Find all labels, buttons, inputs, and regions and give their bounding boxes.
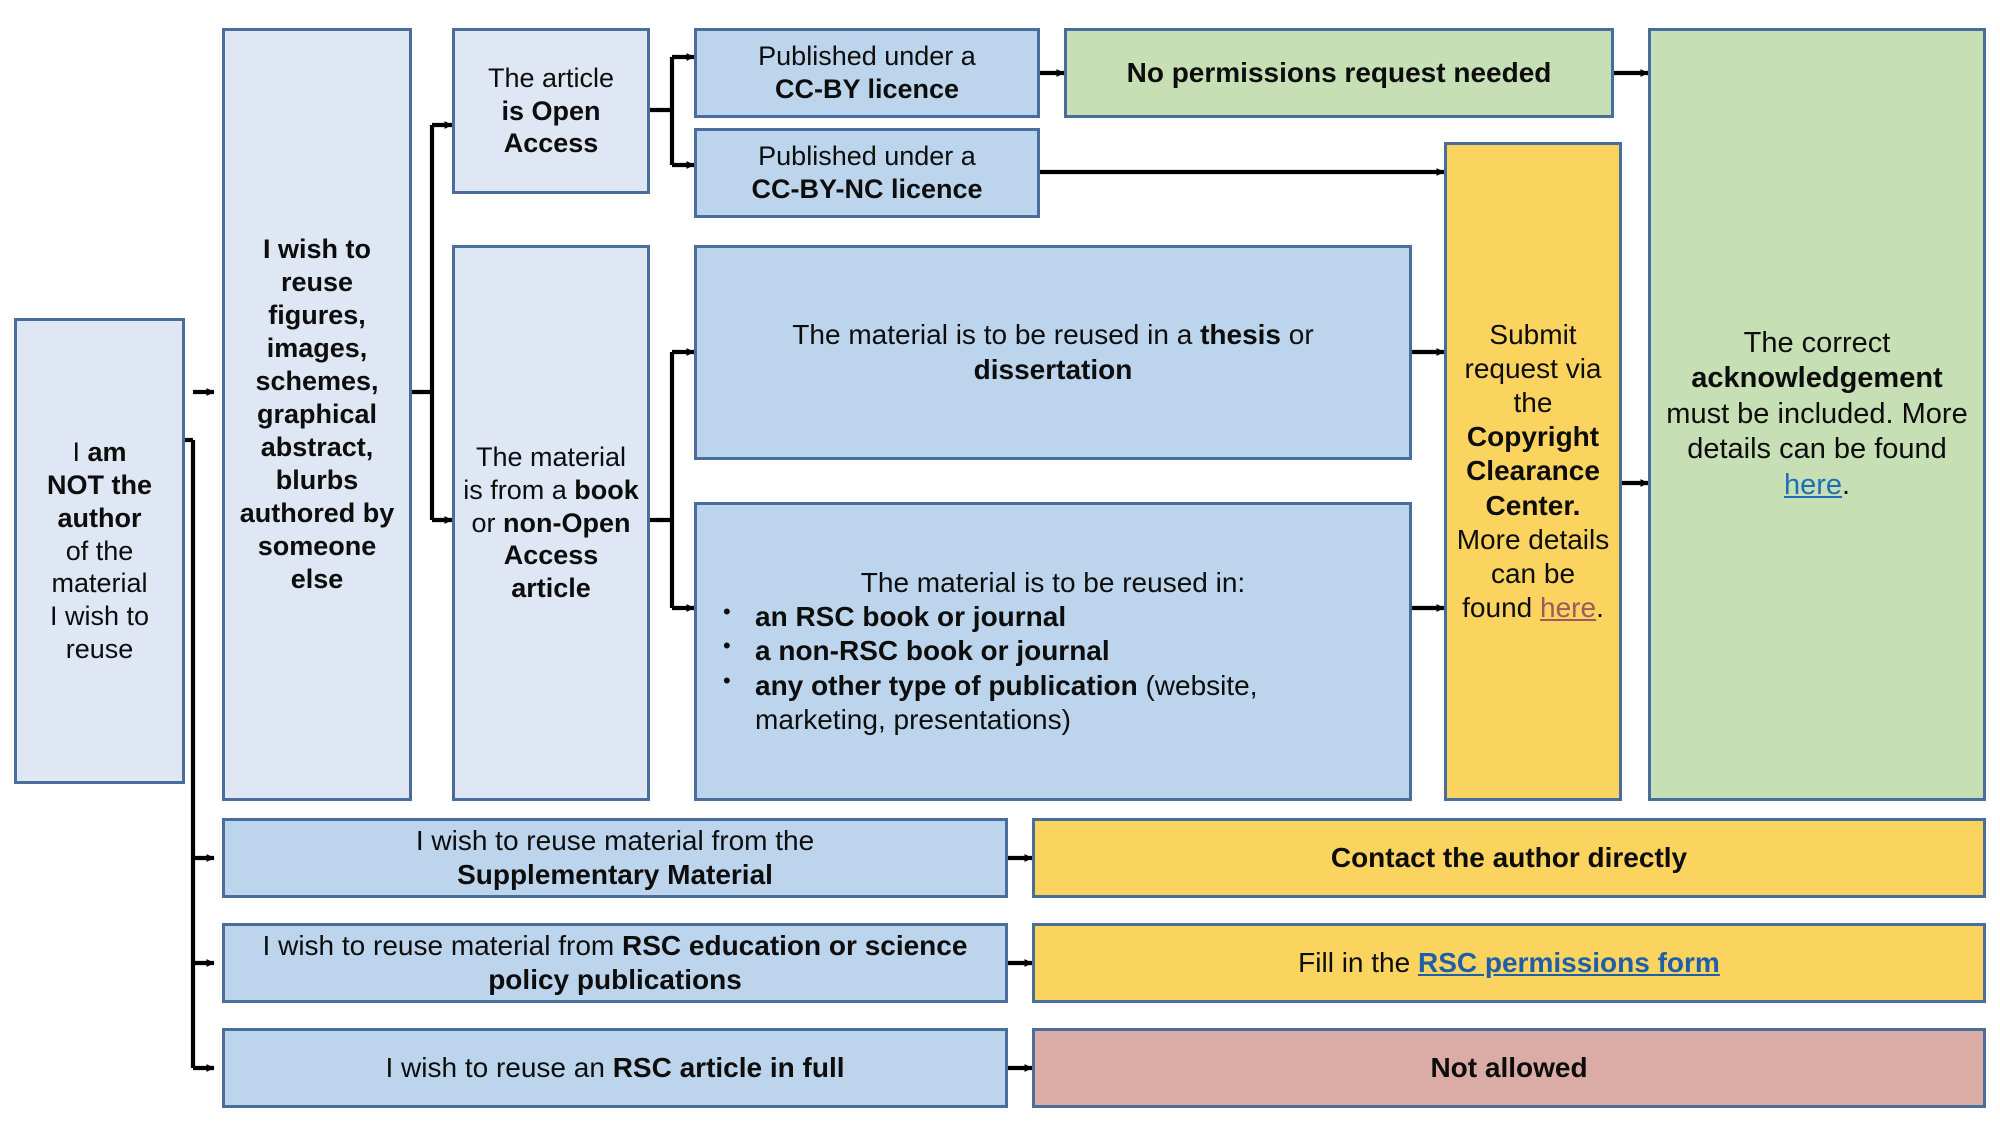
node-open-access: The article is Open Access xyxy=(452,28,650,194)
reuse-in-bullets: an RSC book or journal a non-RSC book or… xyxy=(715,599,1391,737)
start-line-6: I wish to xyxy=(49,601,150,632)
row0-condition-bold: Supplementary Material xyxy=(457,859,773,890)
acknowledgement-here-link[interactable]: here xyxy=(1784,469,1842,501)
rsc-education-condition-text: I wish to reuse material from RSC educat… xyxy=(225,929,1005,997)
non-oa-bold-book: book xyxy=(574,474,639,505)
thesis-mid: or xyxy=(1281,319,1314,351)
bullet-0-bold: an RSC book or journal xyxy=(755,601,1067,633)
rsc-permissions-form-link[interactable]: RSC permissions form xyxy=(1418,947,1720,978)
bullet-1-bold: a non-RSC book or journal xyxy=(755,635,1110,667)
node-ccby-licence: Published under a CC-BY licence xyxy=(694,28,1040,118)
node-acknowledgement: The correct acknowledgement must be incl… xyxy=(1648,28,1986,801)
ack-plain2: must be included. More details can be fo… xyxy=(1666,397,1968,466)
row2-condition-plain: I wish to reuse an xyxy=(385,1051,613,1083)
node-copyright-clearance-center: Submit request via the Copyright Clearan… xyxy=(1444,142,1622,801)
start-line-3: author xyxy=(57,502,142,533)
rsc-permissions-form-text: Fill in the RSC permissions form xyxy=(1035,946,1983,980)
node-contact-author: Contact the author directly xyxy=(1032,818,1986,898)
start-line-7: reuse xyxy=(65,634,134,665)
non-oa-bold-nonoa: non-Open Access article xyxy=(503,507,631,604)
row2-action-bold: Not allowed xyxy=(1430,1051,1588,1083)
not-allowed-text: Not allowed xyxy=(1035,1051,1983,1085)
node-no-permissions-text: No permissions request needed xyxy=(1126,56,1552,88)
thesis-bold-thesis: thesis xyxy=(1200,319,1281,351)
node-thesis-text: The material is to be reused in a thesis… xyxy=(697,318,1409,386)
node-start: I am NOT the author of the material I wi… xyxy=(14,318,185,784)
node-ccbync-text: Published under a CC-BY-NC licence xyxy=(697,140,1037,206)
ccc-plain1: Submit request via the xyxy=(1464,318,1602,419)
rsc-article-condition-text: I wish to reuse an RSC article in full xyxy=(225,1051,1005,1085)
start-line-5: material xyxy=(51,568,148,599)
node-rsc-education-policy: I wish to reuse material from RSC educat… xyxy=(222,923,1008,1003)
node-no-permissions-needed: No permissions request needed xyxy=(1064,28,1614,118)
supplementary-condition-text: I wish to reuse material from the Supplem… xyxy=(225,824,1005,892)
thesis-plain: The material is to be reused in a xyxy=(792,319,1201,351)
ccbync-bold: CC-BY-NC licence xyxy=(751,174,983,204)
row1-condition-plain: I wish to reuse material from xyxy=(262,929,622,961)
ccc-bold: Copyright Clearance Center. xyxy=(1466,421,1600,521)
node-reuse-figures-text: I wish to reuse figures, images, schemes… xyxy=(239,234,395,594)
row0-action-bold: Contact the author directly xyxy=(1330,841,1688,873)
node-rsc-article-in-full: I wish to reuse an RSC article in full xyxy=(222,1028,1008,1108)
node-non-open-access: The material is from a book or non-Open … xyxy=(452,245,650,801)
contact-author-text: Contact the author directly xyxy=(1035,841,1983,875)
ccc-here-link[interactable]: here xyxy=(1540,592,1596,623)
node-acknowledgement-text: The correct acknowledgement must be incl… xyxy=(1651,326,1983,503)
start-line-2: NOT the xyxy=(47,469,152,500)
node-start-text: I am NOT the author of the material I wi… xyxy=(17,436,182,667)
node-ccc-text: Submit request via the Copyright Clearan… xyxy=(1447,318,1619,625)
node-reuse-in-content: The material is to be reused in: an RSC … xyxy=(697,566,1409,737)
flowchart-canvas: I am NOT the author of the material I wi… xyxy=(0,0,2000,1125)
node-ccbync-licence: Published under a CC-BY-NC licence xyxy=(694,128,1040,218)
node-ccby-text: Published under a CC-BY licence xyxy=(697,40,1037,106)
reuse-in-heading: The material is to be reused in: xyxy=(860,567,1246,599)
row2-condition-bold: RSC article in full xyxy=(612,1051,845,1083)
node-non-open-access-text: The material is from a book or non-Open … xyxy=(455,441,647,606)
non-oa-mid: or xyxy=(471,507,504,538)
node-reuse-in-list: The material is to be reused in: an RSC … xyxy=(694,502,1412,801)
start-line-1: I am xyxy=(72,436,127,467)
node-supplementary-material: I wish to reuse material from the Supplem… xyxy=(222,818,1008,898)
row0-condition-plain: I wish to reuse material from the xyxy=(415,824,815,856)
start-line-4: of the xyxy=(65,535,134,566)
ccc-period: . xyxy=(1596,592,1604,624)
node-rsc-permissions-form: Fill in the RSC permissions form xyxy=(1032,923,1986,1003)
ack-bold: acknowledgement xyxy=(1691,362,1943,395)
open-access-plain: The article xyxy=(487,62,615,93)
ack-plain1: The correct xyxy=(1743,327,1891,360)
row1-action-plain: Fill in the xyxy=(1298,946,1418,978)
list-item: an RSC book or journal xyxy=(715,599,1391,634)
ack-period: . xyxy=(1841,468,1851,501)
list-item: any other type of publication (website, … xyxy=(715,668,1391,737)
open-access-bold: is Open Access xyxy=(501,95,601,159)
node-open-access-text: The article is Open Access xyxy=(455,62,647,161)
ccbync-plain: Published under a xyxy=(758,141,976,172)
ccby-plain: Published under a xyxy=(758,41,976,72)
node-reuse-figures: I wish to reuse figures, images, schemes… xyxy=(222,28,412,801)
node-not-allowed: Not allowed xyxy=(1032,1028,1986,1108)
ccby-bold: CC-BY licence xyxy=(774,74,960,104)
thesis-bold-dissertation: dissertation xyxy=(973,353,1133,385)
bullet-2-bold: any other type of publication xyxy=(755,669,1138,701)
list-item: a non-RSC book or journal xyxy=(715,633,1391,668)
node-thesis-dissertation: The material is to be reused in a thesis… xyxy=(694,245,1412,460)
